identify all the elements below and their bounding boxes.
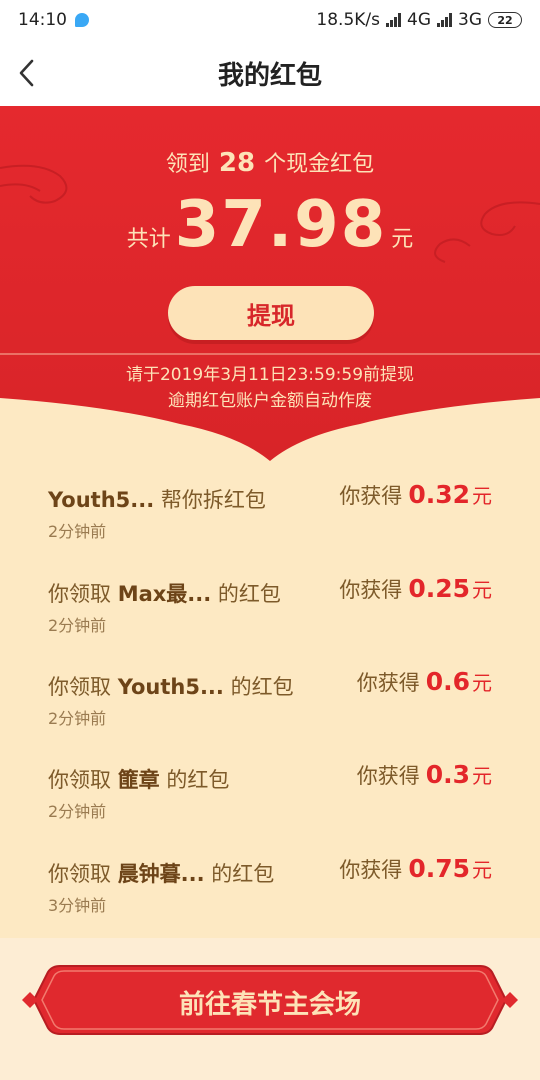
- record-amount: 0.32: [408, 480, 470, 509]
- sender-name: 篚章: [117, 768, 160, 792]
- list-item: 你领取 篚章 的红包 2分钟前 你获得 0.3 元: [0, 750, 540, 843]
- total-amount-line: 共计 37.98 元: [0, 188, 540, 262]
- record-time: 2分钟前: [48, 802, 107, 821]
- deadline-notice: 请于2019年3月11日23:59:59前提现: [125, 365, 415, 385]
- signal-icon-2: [437, 13, 452, 27]
- notification-icon: [75, 13, 89, 27]
- back-arrow-icon[interactable]: [16, 58, 40, 88]
- record-time: 2分钟前: [48, 522, 107, 541]
- record-description: 你领取 晨钟暮... 的红包: [48, 862, 275, 886]
- record-description: 你领取 篚章 的红包: [48, 768, 230, 792]
- sender-name: Max最...: [117, 582, 212, 606]
- list-item: Youth5... 帮你拆红包 2分钟前 你获得 0.32 元: [0, 470, 540, 563]
- record-amount: 0.75: [408, 854, 470, 883]
- nav-bar: 我的红包: [0, 40, 540, 106]
- list-item: 你领取 Max最... 的红包 2分钟前 你获得 0.25 元: [0, 564, 540, 657]
- network-speed: 18.5K/s: [316, 10, 380, 30]
- sender-name: Youth5...: [117, 675, 224, 699]
- record-gain: 你获得 0.25 元: [339, 574, 492, 603]
- record-gain: 你获得 0.3 元: [356, 760, 492, 789]
- total-unit: 元: [391, 227, 414, 252]
- record-amount: 0.6: [425, 667, 470, 696]
- total-label: 共计: [126, 227, 171, 252]
- status-time: 14:10: [18, 10, 67, 30]
- signal-icon: [386, 13, 401, 27]
- record-gain: 你获得 0.75 元: [339, 854, 492, 883]
- record-time: 2分钟前: [48, 709, 107, 728]
- total-amount: 37.98: [174, 188, 388, 262]
- expiry-notice: 逾期红包账户金额自动作废: [168, 391, 372, 411]
- record-time: 2分钟前: [48, 616, 107, 635]
- sender-name: Youth5...: [48, 488, 155, 512]
- go-to-festival-button[interactable]: [20, 962, 520, 1038]
- red-envelope-count: 领到 28 个现金红包: [0, 146, 540, 178]
- record-time: 3分钟前: [48, 896, 107, 915]
- battery-level: 22: [497, 13, 513, 27]
- count-prefix: 领到: [165, 152, 210, 177]
- record-description: Youth5... 帮你拆红包: [48, 488, 266, 512]
- list-item: 你领取 晨钟暮... 的红包 3分钟前 你获得 0.75 元: [0, 844, 540, 937]
- record-amount: 0.25: [408, 574, 470, 603]
- record-description: 你领取 Max最... 的红包: [48, 582, 281, 606]
- record-description: 你领取 Youth5... 的红包: [48, 675, 294, 699]
- count-suffix: 个现金红包: [264, 152, 375, 177]
- sender-name: 晨钟暮...: [117, 862, 205, 886]
- page-title: 我的红包: [217, 60, 322, 91]
- network-type-1: 4G: [407, 10, 431, 30]
- record-amount: 0.3: [425, 760, 470, 789]
- withdraw-button[interactable]: 提现: [168, 286, 374, 340]
- count-number: 28: [218, 148, 256, 178]
- record-gain: 你获得 0.6 元: [356, 667, 492, 696]
- status-bar: 14:10 18.5K/s 4G 3G 22: [0, 0, 540, 40]
- list-item: 你领取 Youth5... 的红包 2分钟前 你获得 0.6 元: [0, 657, 540, 750]
- record-gain: 你获得 0.32 元: [339, 480, 492, 509]
- battery-icon: 22: [488, 12, 522, 28]
- network-type-2: 3G: [458, 10, 482, 30]
